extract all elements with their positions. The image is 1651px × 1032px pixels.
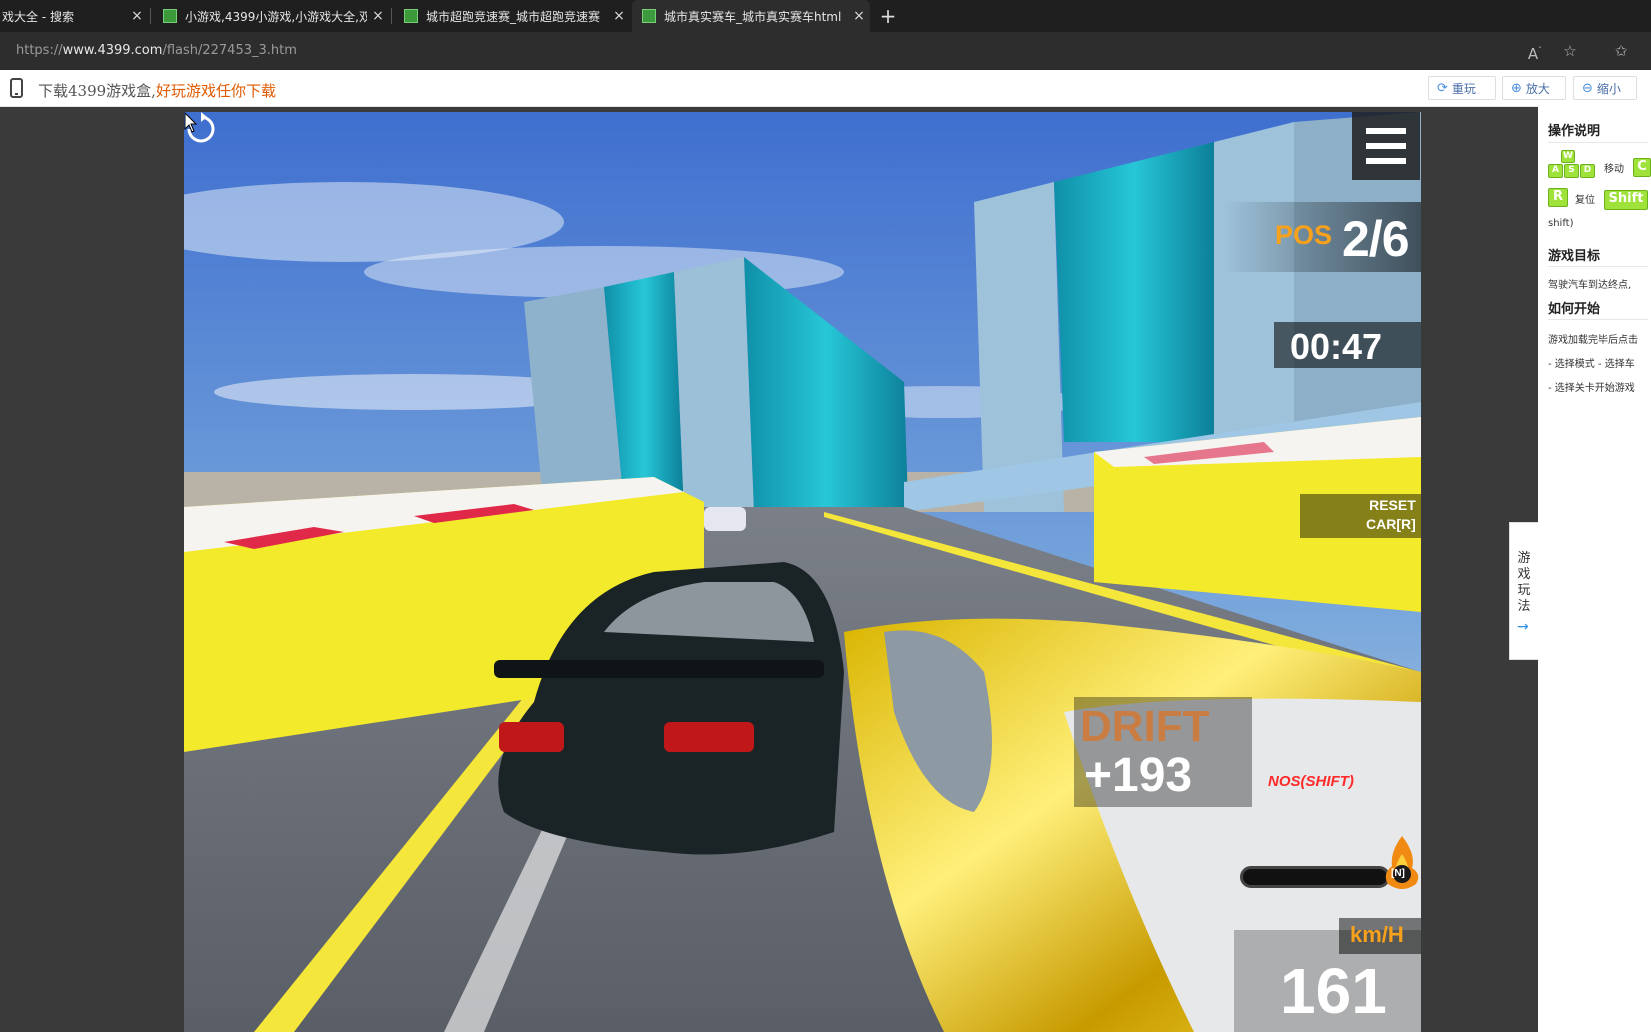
menu-bar [1366,128,1406,134]
close-icon[interactable]: × [848,8,870,24]
4399-favicon-icon [163,9,177,23]
promo-link[interactable]: 下载4399游戏盒,好玩游戏任你下载 [38,80,276,101]
side-tab-label: 游戏玩法 [1517,551,1531,614]
tab-city-supercar[interactable]: 城市超跑竞速赛_城市超跑竞速赛 × [394,0,630,32]
site-toolbar: 下载4399游戏盒,好玩游戏任你下载 ⟳ 重玩 ⊕ 放大 ⊖ 缩小 [0,70,1651,170]
tab-search[interactable]: 戏大全 - 搜索 × [0,0,148,32]
tab-separator [391,8,392,24]
replay-button[interactable]: ⟳ 重玩 [1428,76,1496,100]
shift-note: shift) [1548,218,1574,229]
menu-bar [1366,158,1406,164]
promo-prefix: 下载4399游戏盒, [38,82,156,100]
controls-title: 操作说明 [1548,124,1601,139]
tab-4399-home[interactable]: 小游戏,4399小游戏,小游戏大全,双 × [153,0,389,32]
building-wall [1214,122,1294,442]
close-icon[interactable]: × [126,8,148,24]
add-favorite-icon[interactable]: ☆ [1560,41,1580,61]
zoom-in-label: 放大 [1525,81,1550,96]
car-taillight [499,722,564,752]
instructions-panel: 操作说明 W A S D 移动 C R 复位 Shift shift) 游戏目标… [1538,106,1651,1032]
new-tab-button[interactable]: + [876,3,900,29]
read-aloud-icon[interactable]: Aˇ [1525,41,1545,63]
position-label: POS [1275,220,1333,250]
key-w: W [1561,150,1575,163]
key-r: R [1548,188,1568,207]
car-taillight [664,722,754,752]
zoom-out-icon: ⊖ [1582,80,1593,96]
url-path: /flash/227453_3.htm [162,43,297,58]
arrow-right-icon: → [1517,619,1529,635]
move-label: 移动 [1604,164,1624,175]
tab-title: 小游戏,4399小游戏,小游戏大全,双 [185,9,367,24]
close-icon[interactable]: × [367,8,389,24]
reset-car-label: RESET CAR[R] [1366,496,1416,534]
reset-label-line2: CAR[R] [1366,516,1416,532]
nos-flame-icon: [N] [1382,834,1421,890]
speed-value: 161 [1280,955,1387,1027]
address-bar[interactable]: https://www.4399.com/flash/227453_3.htm … [0,32,1651,70]
reset-label: 复位 [1575,195,1595,206]
divider [1548,266,1648,267]
key-shift: Shift [1604,190,1648,210]
refresh-icon: ⟳ [1437,80,1448,96]
4399-favicon-icon [642,9,656,23]
key-c: C [1633,158,1651,177]
url-scheme: https:// [16,43,63,58]
drift-label: DRIFT [1080,702,1210,751]
close-icon[interactable]: × [608,8,630,24]
reset-label-line1: RESET [1369,497,1416,513]
divider [1548,319,1648,320]
tab-separator [150,8,151,24]
nos-label: NOS(SHIFT) [1268,773,1354,790]
4399-favicon-icon [404,9,418,23]
key-s: S [1564,164,1579,178]
position-value: 2/6 [1342,211,1410,267]
tab-city-real-racing[interactable]: 城市真实赛车_城市真实赛车html × [632,0,870,32]
replay-label: 重玩 [1451,81,1476,96]
nos-key-label: [N] [1391,868,1405,879]
key-a: A [1548,164,1563,178]
key-d: D [1580,164,1595,178]
game-menu-button[interactable] [1352,112,1420,180]
opponent-car-far [704,507,746,531]
zoom-in-button[interactable]: ⊕ 放大 [1502,76,1566,100]
url-text[interactable]: https://www.4399.com/flash/227453_3.htm [16,43,297,58]
favorites-icon[interactable]: ✩ [1611,41,1631,61]
divider [1548,142,1648,143]
tab-title: 城市真实赛车_城市真实赛车html [664,9,842,24]
start-title: 如何开始 [1548,302,1601,317]
browser-tab-bar: 戏大全 - 搜索 × 小游戏,4399小游戏,小游戏大全,双 × 城市超跑竞速赛… [0,0,1651,32]
mouse-cursor-icon [184,112,198,133]
tab-title: 城市超跑竞速赛_城市超跑竞速赛 [426,9,601,24]
menu-bar [1366,143,1406,149]
goal-title: 游戏目标 [1548,249,1601,264]
speed-unit: km/H [1350,922,1404,947]
zoom-out-button[interactable]: ⊖ 缩小 [1573,76,1637,100]
start-line: 游戏加载完毕后点击 [1548,335,1638,346]
goal-text: 驾驶汽车到达终点, [1548,280,1632,291]
game-canvas[interactable]: POS 2/6 00:47 RESET CAR[R] DRIFT +193 NO… [184,112,1421,1032]
start-line: - 选择模式 - 选择车 [1548,359,1635,370]
url-host: www.4399.com [62,43,163,58]
promo-highlight: 好玩游戏任你下载 [155,82,276,100]
building-glass [1054,142,1214,442]
zoom-out-label: 缩小 [1596,81,1621,96]
zoom-in-icon: ⊕ [1511,80,1522,96]
building-wall [674,257,754,512]
nos-meter [1240,866,1390,888]
start-line: - 选择关卡开始游戏 [1548,383,1635,394]
race-timer: 00:47 [1290,326,1383,367]
tab-title: 戏大全 - 搜索 [2,9,74,24]
gameplay-side-tab[interactable]: 游戏玩法 → [1509,522,1538,660]
phone-icon [10,78,23,98]
car-spoiler [494,660,824,678]
drift-score: +193 [1084,749,1193,802]
